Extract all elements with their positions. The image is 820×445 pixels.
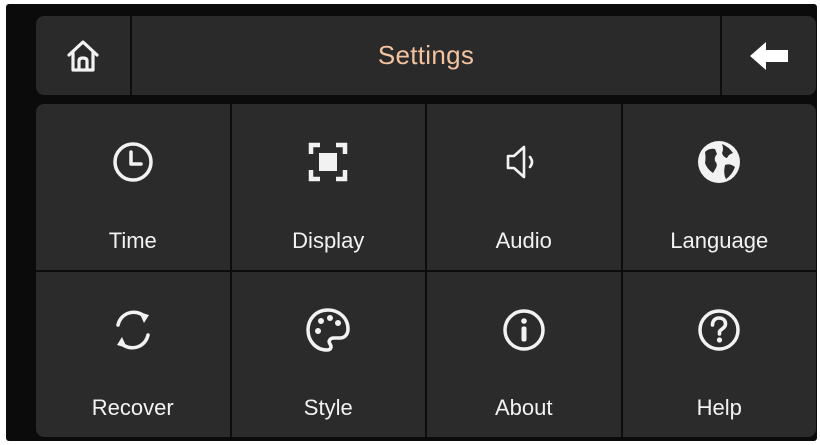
tile-label-style: Style xyxy=(303,395,353,420)
tile-style[interactable]: Style xyxy=(231,271,426,437)
home-icon xyxy=(63,36,103,76)
tile-help[interactable]: Help xyxy=(622,271,817,437)
help-icon xyxy=(623,302,817,358)
page-title: Settings xyxy=(377,40,475,70)
tile-label-about: About xyxy=(495,395,553,420)
back-button[interactable] xyxy=(720,16,816,95)
tile-label-audio: Audio xyxy=(495,227,552,253)
back-arrow-icon xyxy=(748,40,790,72)
device-screen: Settings Time Display Audio Language Rec… xyxy=(6,4,817,441)
speaker-icon xyxy=(427,134,621,190)
globe-icon xyxy=(623,134,817,190)
settings-grid: Time Display Audio Language Recover Styl… xyxy=(36,104,816,437)
tile-label-language: Language xyxy=(670,227,769,253)
tile-label-help: Help xyxy=(696,395,742,420)
display-frame-icon xyxy=(232,134,426,190)
tile-audio[interactable]: Audio xyxy=(427,104,621,270)
palette-icon xyxy=(232,302,426,358)
clock-icon xyxy=(36,134,230,190)
tile-language[interactable]: Language xyxy=(622,104,817,270)
info-icon xyxy=(427,302,621,358)
tile-display[interactable]: Display xyxy=(231,104,426,270)
tile-time[interactable]: Time xyxy=(36,104,230,270)
tile-label-time: Time xyxy=(108,227,157,253)
tile-label-display: Display xyxy=(292,227,365,253)
tile-label-recover: Recover xyxy=(91,395,174,420)
recover-arrows-icon xyxy=(36,302,230,358)
home-button[interactable] xyxy=(36,16,132,95)
tile-recover[interactable]: Recover xyxy=(36,271,230,437)
header-bar: Settings xyxy=(36,16,816,95)
tile-about[interactable]: About xyxy=(427,271,621,437)
